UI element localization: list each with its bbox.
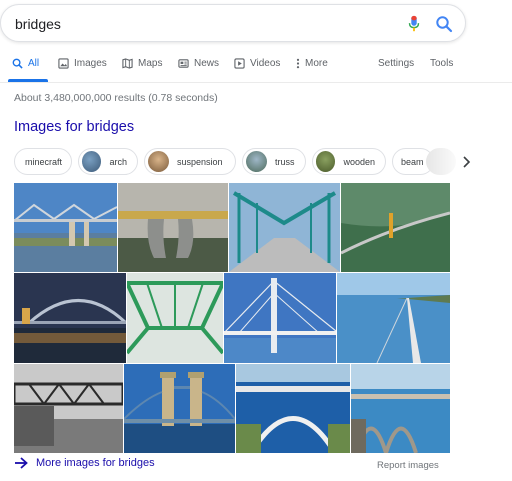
settings-link[interactable]: Settings [378,58,414,69]
image-result[interactable] [14,273,126,363]
video-icon [234,58,245,69]
result-stats: About 3,480,000,000 results (0.78 second… [14,92,218,104]
bridge-image [127,273,223,363]
tab-videos[interactable]: Videos [234,58,280,69]
tab-news[interactable]: News [178,58,219,69]
bridge-image [14,273,126,363]
chip-label: minecraft [25,156,63,167]
map-icon [122,58,133,69]
settings-label: Settings [378,58,415,69]
image-result[interactable] [341,183,450,272]
chevron-right-icon[interactable] [458,154,474,170]
image-result[interactable] [14,364,123,453]
image-result[interactable] [337,273,450,363]
tools-label: Tools [430,58,454,69]
chip-thumbnail [246,151,267,172]
bridge-image [14,364,123,453]
bridge-image [236,364,350,453]
search-input[interactable] [15,15,395,33]
chip-arch[interactable]: arch [78,148,138,175]
image-icon [58,58,69,69]
tab-images[interactable]: Images [58,58,107,69]
tab-more-label: More [305,58,328,69]
more-vert-icon [296,58,300,69]
search-tabs: All Images Maps News Videos More Setting… [0,52,512,84]
image-result[interactable] [118,183,228,272]
search-icon[interactable] [435,15,453,33]
news-icon [178,59,189,68]
tabs-divider [0,82,512,83]
chip-label: suspension [177,156,223,167]
related-chips: minecraft arch suspension truss wooden b… [14,148,512,176]
chip-thumbnail [316,151,336,172]
bridge-image [224,273,336,363]
chip-label: beam [401,156,424,167]
chip-wooden[interactable]: wooden [312,148,386,175]
images-section-title[interactable]: Images for bridges [14,119,134,135]
chip-truss[interactable]: truss [242,148,306,175]
tab-more[interactable]: More [296,58,328,69]
image-result[interactable] [14,183,117,272]
tab-maps-label: Maps [138,58,163,69]
image-result[interactable] [127,273,223,363]
image-result[interactable] [236,364,350,453]
chip-label: arch [109,156,127,167]
tab-news-label: News [194,58,220,69]
search-bar[interactable] [0,4,466,42]
image-result[interactable] [351,364,450,453]
tab-all-label: All [28,58,40,69]
bridge-image [229,183,340,272]
chip-suspension[interactable]: suspension [144,148,236,175]
tab-maps[interactable]: Maps [122,58,162,69]
tab-images-label: Images [74,58,107,69]
bridge-image [124,364,235,453]
report-images-link[interactable]: Report images [377,460,439,471]
more-images-link[interactable]: More images for bridges [14,457,155,469]
bridge-image [118,183,228,272]
chip-thumbnail [148,151,169,172]
microphone-icon[interactable] [407,15,421,33]
image-result[interactable] [229,183,340,272]
bridge-image [337,273,450,363]
image-result[interactable] [224,273,336,363]
tab-all[interactable]: All [12,58,39,69]
tab-videos-label: Videos [250,58,281,69]
chip-minecraft[interactable]: minecraft [14,148,72,175]
image-result[interactable] [124,364,235,453]
chip-thumbnail [82,151,102,172]
chip-overflow-fade [426,148,456,175]
chip-label: truss [275,156,295,167]
chip-label: wooden [343,156,375,167]
tools-link[interactable]: Tools [430,58,453,69]
bridge-image [14,183,117,272]
search-icon [12,58,23,69]
bridge-image [351,364,450,453]
bridge-image [341,183,450,272]
arrow-right-icon [15,457,28,469]
more-images-label: More images for bridges [36,457,155,469]
